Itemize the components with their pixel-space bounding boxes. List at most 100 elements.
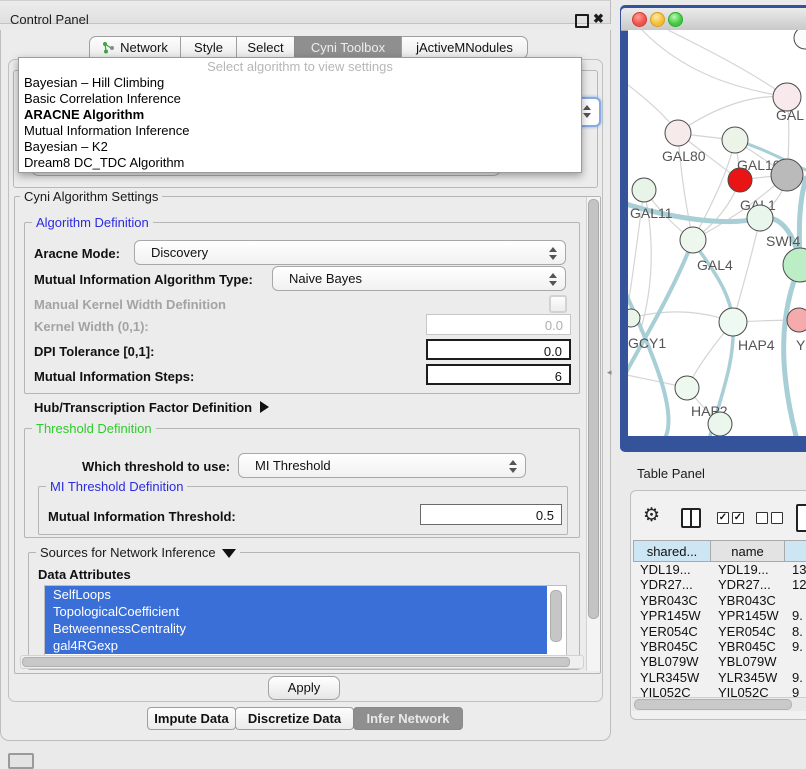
data-attributes-list[interactable]: SelfLoopsTopologicalCoefficientBetweenne… bbox=[44, 585, 567, 656]
algorithm-option[interactable]: ARACNE Algorithm bbox=[19, 107, 581, 123]
tab-infer-network[interactable]: Infer Network bbox=[353, 707, 463, 730]
network-node-gal11[interactable] bbox=[632, 178, 656, 202]
attribute-list-item[interactable]: gal4RGexp bbox=[45, 637, 547, 654]
network-node-gal1[interactable] bbox=[728, 168, 752, 192]
aracne-mode-combobox[interactable]: Discovery bbox=[134, 240, 566, 265]
table-cell: YER054C bbox=[640, 624, 698, 639]
float-window-icon[interactable] bbox=[575, 14, 589, 28]
which-threshold-combobox[interactable]: MI Threshold bbox=[238, 453, 526, 478]
stepper-icon bbox=[548, 273, 556, 286]
apply-button[interactable]: Apply bbox=[268, 676, 340, 700]
table-row[interactable]: YPR145W YPR145W 9. bbox=[633, 608, 806, 623]
network-canvas[interactable]: GALGAL80GAL10GAL1GAL11SWI4GAL4GCY1HAP4YH… bbox=[628, 30, 806, 436]
select-all-checkboxes-icon[interactable]: ✓ ✓ bbox=[717, 512, 744, 524]
table-cell: YDR27... bbox=[640, 577, 693, 592]
table-header: shared... name bbox=[633, 540, 806, 562]
algorithm-option[interactable]: Bayesian – Hill Climbing bbox=[19, 75, 581, 91]
table-cell: YDL19... bbox=[640, 562, 691, 577]
splitpane-collapse-icon[interactable]: ◂ bbox=[607, 367, 612, 378]
network-node[interactable] bbox=[783, 248, 806, 282]
network-node-hap4[interactable] bbox=[719, 308, 747, 336]
mi-algorithm-type-label: Mutual Information Algorithm Type: bbox=[34, 272, 253, 287]
network-node-gal80[interactable] bbox=[665, 120, 691, 146]
checked-checkbox-icon: ✓ bbox=[732, 512, 744, 524]
table-cell: 9. bbox=[792, 608, 803, 623]
mi-threshold-label: Mutual Information Threshold: bbox=[48, 509, 236, 524]
network-node-label: SWI4 bbox=[766, 233, 800, 249]
columns-icon[interactable] bbox=[681, 508, 701, 528]
network-node-y[interactable] bbox=[787, 308, 806, 332]
settings-hscrollbar-thumb[interactable] bbox=[22, 657, 570, 667]
unchecked-checkbox-icon bbox=[756, 512, 768, 524]
manual-kernel-width-checkbox[interactable] bbox=[549, 295, 567, 313]
table-cell: YPR145W bbox=[640, 608, 701, 623]
column-header-clipped[interactable] bbox=[785, 540, 806, 562]
attribute-list-item[interactable]: SelfLoops bbox=[45, 586, 547, 603]
algorithm-option[interactable]: Dream8 DC_TDC Algorithm bbox=[19, 155, 581, 171]
network-node[interactable] bbox=[708, 412, 732, 436]
attribute-list-item[interactable]: BetweennessCentrality bbox=[45, 620, 547, 637]
close-traffic-light-icon[interactable] bbox=[632, 12, 647, 27]
table-row[interactable]: YBR043CYBR043C bbox=[633, 593, 806, 608]
mi-algorithm-type-combobox[interactable]: Naive Bayes bbox=[272, 266, 566, 291]
attribute-list-item[interactable]: TopologicalCoefficient bbox=[45, 603, 547, 620]
algorithm-option[interactable]: Mutual Information Inference bbox=[19, 123, 581, 139]
table-cell: YPR145W bbox=[718, 608, 779, 623]
cyni-algorithm-settings-title: Cyni Algorithm Settings bbox=[20, 189, 162, 204]
minimize-traffic-light-icon[interactable] bbox=[650, 12, 665, 27]
aracne-mode-value: Discovery bbox=[151, 245, 208, 260]
mi-steps-label: Mutual Information Steps: bbox=[34, 369, 194, 384]
tab-label: Cyni Toolbox bbox=[311, 40, 385, 55]
zoom-traffic-light-icon[interactable] bbox=[668, 12, 683, 27]
tab-style[interactable]: Style bbox=[180, 36, 237, 59]
tab-impute-data[interactable]: Impute Data bbox=[147, 707, 236, 730]
algorithm-option[interactable]: Basic Correlation Inference bbox=[19, 91, 581, 107]
table-row[interactable]: YER054CYER054C8. bbox=[633, 624, 806, 639]
close-icon[interactable]: ✖ bbox=[593, 11, 604, 27]
algorithm-option[interactable]: Bayesian – K2 bbox=[19, 139, 581, 155]
table-row[interactable]: YLR345WYLR345W9. bbox=[633, 670, 806, 685]
network-node-gal4[interactable] bbox=[680, 227, 706, 253]
network-node-hap2[interactable] bbox=[675, 376, 699, 400]
table-cell: YLR345W bbox=[640, 670, 699, 685]
dpi-tolerance-field[interactable]: 0.0 bbox=[426, 339, 571, 360]
mi-threshold-field[interactable]: 0.5 bbox=[420, 504, 562, 525]
gear-icon[interactable]: ⚙ bbox=[643, 504, 660, 527]
hub-definition-expander[interactable]: Hub/Transcription Factor Definition bbox=[34, 400, 269, 415]
tab-cyni-toolbox[interactable]: Cyni Toolbox bbox=[294, 36, 402, 59]
threshold-definition-title: Threshold Definition bbox=[32, 421, 156, 436]
tab-jactivemnodules[interactable]: jActiveMNodules bbox=[401, 36, 528, 59]
deselect-all-checkboxes-icon[interactable] bbox=[756, 512, 783, 524]
column-header-name[interactable]: name bbox=[711, 540, 785, 562]
network-node[interactable] bbox=[794, 30, 806, 49]
table-hscrollbar-thumb[interactable] bbox=[634, 699, 792, 710]
tab-label: Style bbox=[194, 40, 223, 55]
network-node-label: GAL80 bbox=[662, 148, 706, 164]
settings-scrollbar-thumb[interactable] bbox=[588, 199, 599, 619]
attribute-list-scrollbar-thumb[interactable] bbox=[550, 590, 562, 642]
table-row[interactable]: YDL19...YDL19...13 bbox=[633, 562, 806, 577]
table-row[interactable]: YBL079WYBL079W bbox=[633, 654, 806, 669]
kernel-width-field[interactable]: 0.0 bbox=[426, 314, 571, 335]
algorithm-dropdown-popup: Select algorithm to view settings Bayesi… bbox=[18, 57, 582, 173]
network-node-label: GAL11 bbox=[630, 205, 673, 221]
tab-discretize-data[interactable]: Discretize Data bbox=[235, 707, 354, 730]
network-node[interactable] bbox=[771, 159, 803, 191]
network-node-gal10[interactable] bbox=[722, 127, 748, 153]
tab-network[interactable]: Network bbox=[89, 36, 181, 59]
mi-steps-field[interactable]: 6 bbox=[426, 364, 571, 385]
table-cell: YBR043C bbox=[640, 593, 698, 608]
table-cell: 8. bbox=[792, 624, 803, 639]
tab-select[interactable]: Select bbox=[236, 36, 295, 59]
sources-group-title[interactable]: Sources for Network Inference bbox=[36, 545, 240, 560]
network-window-titlebar[interactable] bbox=[621, 8, 806, 31]
table-row[interactable]: YDR27...YDR27...12 bbox=[633, 577, 806, 592]
export-table-icon[interactable] bbox=[796, 504, 806, 532]
table-row[interactable]: YBR045CYBR045C9. bbox=[633, 639, 806, 654]
which-threshold-value: MI Threshold bbox=[255, 458, 331, 473]
column-header-shared-name[interactable]: shared... bbox=[633, 540, 711, 562]
dpi-tolerance-label: DPI Tolerance [0,1]: bbox=[34, 344, 154, 359]
table-cell: 9. bbox=[792, 670, 803, 685]
collapse-triangle-icon bbox=[222, 549, 236, 558]
network-node-swi4[interactable] bbox=[747, 205, 773, 231]
